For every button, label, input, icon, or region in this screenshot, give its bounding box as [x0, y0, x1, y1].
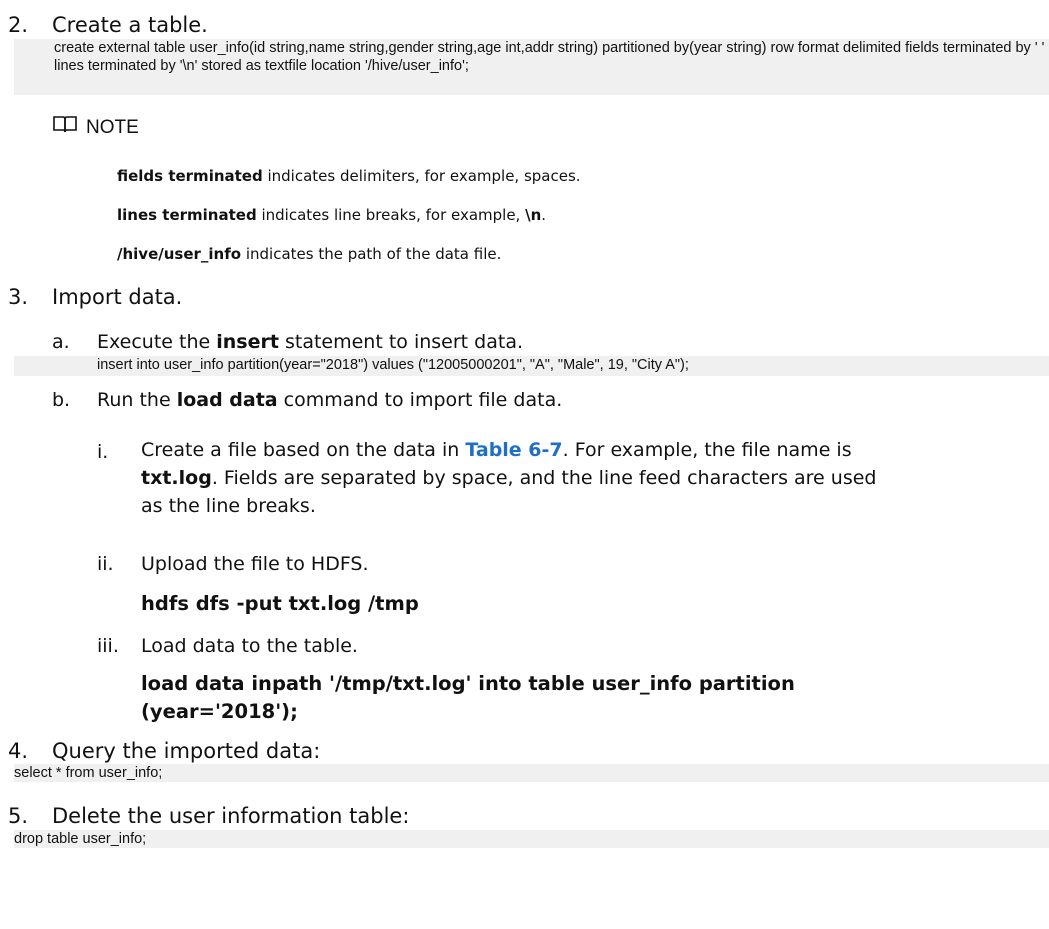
book-icon	[52, 114, 78, 141]
note-line-3: /hive/user_info indicates the path of th…	[117, 244, 501, 264]
step-3b-ii-command: hdfs dfs -put txt.log /tmp	[141, 592, 419, 615]
step-3a-text: Execute the insert statement to insert d…	[97, 330, 523, 354]
step-3a-pre: Execute the	[97, 331, 217, 353]
note-title: NOTE	[86, 116, 139, 138]
note-line-2-desc: indicates line breaks, for example,	[256, 206, 526, 224]
step-3a-code-block: insert into user_info partition(year="20…	[14, 356, 1049, 376]
step-3b-i-mid: . For example, the file name is	[562, 439, 852, 461]
step-5-text: Delete the user information table:	[52, 804, 410, 828]
step-3a-post: statement to insert data.	[278, 331, 523, 353]
step-3b-keyword: load data	[176, 389, 278, 411]
step-3b-pre: Run the	[97, 389, 177, 411]
step-4-number: 4.	[8, 739, 29, 763]
step-5-code-block: drop table user_info;	[14, 830, 1049, 848]
note-line-3-desc: indicates the path of the data file.	[241, 245, 502, 263]
note-line-2-end: .	[541, 206, 547, 224]
step-3-number: 3.	[8, 285, 29, 309]
note-line-2: lines terminated indicates line breaks, …	[117, 205, 546, 225]
step-4-text: Query the imported data:	[52, 739, 321, 763]
step-4-code-block: select * from user_info;	[14, 764, 1049, 782]
note-heading: NOTE	[52, 114, 139, 141]
step-3b-i-post: . Fields are separated by space, and the…	[141, 467, 877, 517]
step-3a-letter: a.	[52, 331, 70, 353]
note-line-1-term: fields terminated	[117, 167, 263, 185]
step-3b-i-text: Create a file based on the data in Table…	[141, 436, 891, 520]
step-2-text: Create a table.	[52, 13, 208, 37]
note-line-3-term: /hive/user_info	[117, 245, 242, 263]
step-3b-text: Run the load data command to import file…	[97, 388, 562, 412]
step-2-code-block: create external table user_info(id strin…	[14, 39, 1049, 95]
step-3b-iii-text: Load data to the table.	[141, 635, 358, 657]
table-6-7-link[interactable]: Table 6-7	[465, 439, 562, 461]
step-3b-i-filename: txt.log	[141, 467, 212, 489]
note-line-2-example: \n	[525, 206, 542, 224]
step-3b-iii-command: load data inpath '/tmp/txt.log' into tab…	[141, 672, 795, 723]
step-4-code: select * from user_info;	[14, 765, 163, 781]
step-5-code: drop table user_info;	[14, 831, 147, 847]
step-3b-post: command to import file data.	[277, 389, 563, 411]
step-5-number: 5.	[8, 804, 29, 828]
step-3b-letter: b.	[52, 389, 71, 411]
note-line-2-term: lines terminated	[117, 206, 257, 224]
step-3b-i-pre: Create a file based on the data in	[141, 439, 466, 461]
step-3a-keyword: insert	[216, 331, 279, 353]
step-2-number: 2.	[8, 13, 29, 37]
note-line-1-desc: indicates delimiters, for example, space…	[262, 167, 581, 185]
step-3b-i-number: i.	[97, 441, 109, 463]
step-3b-ii-text: Upload the file to HDFS.	[141, 553, 369, 575]
step-3-text: Import data.	[52, 285, 183, 309]
document-page: { "step2": { "num": "2.", "text": "Creat…	[0, 0, 1049, 929]
step-3b-iii-number: iii.	[97, 635, 119, 657]
note-line-1: fields terminated indicates delimiters, …	[117, 166, 581, 186]
step-3b-ii-number: ii.	[97, 553, 114, 575]
